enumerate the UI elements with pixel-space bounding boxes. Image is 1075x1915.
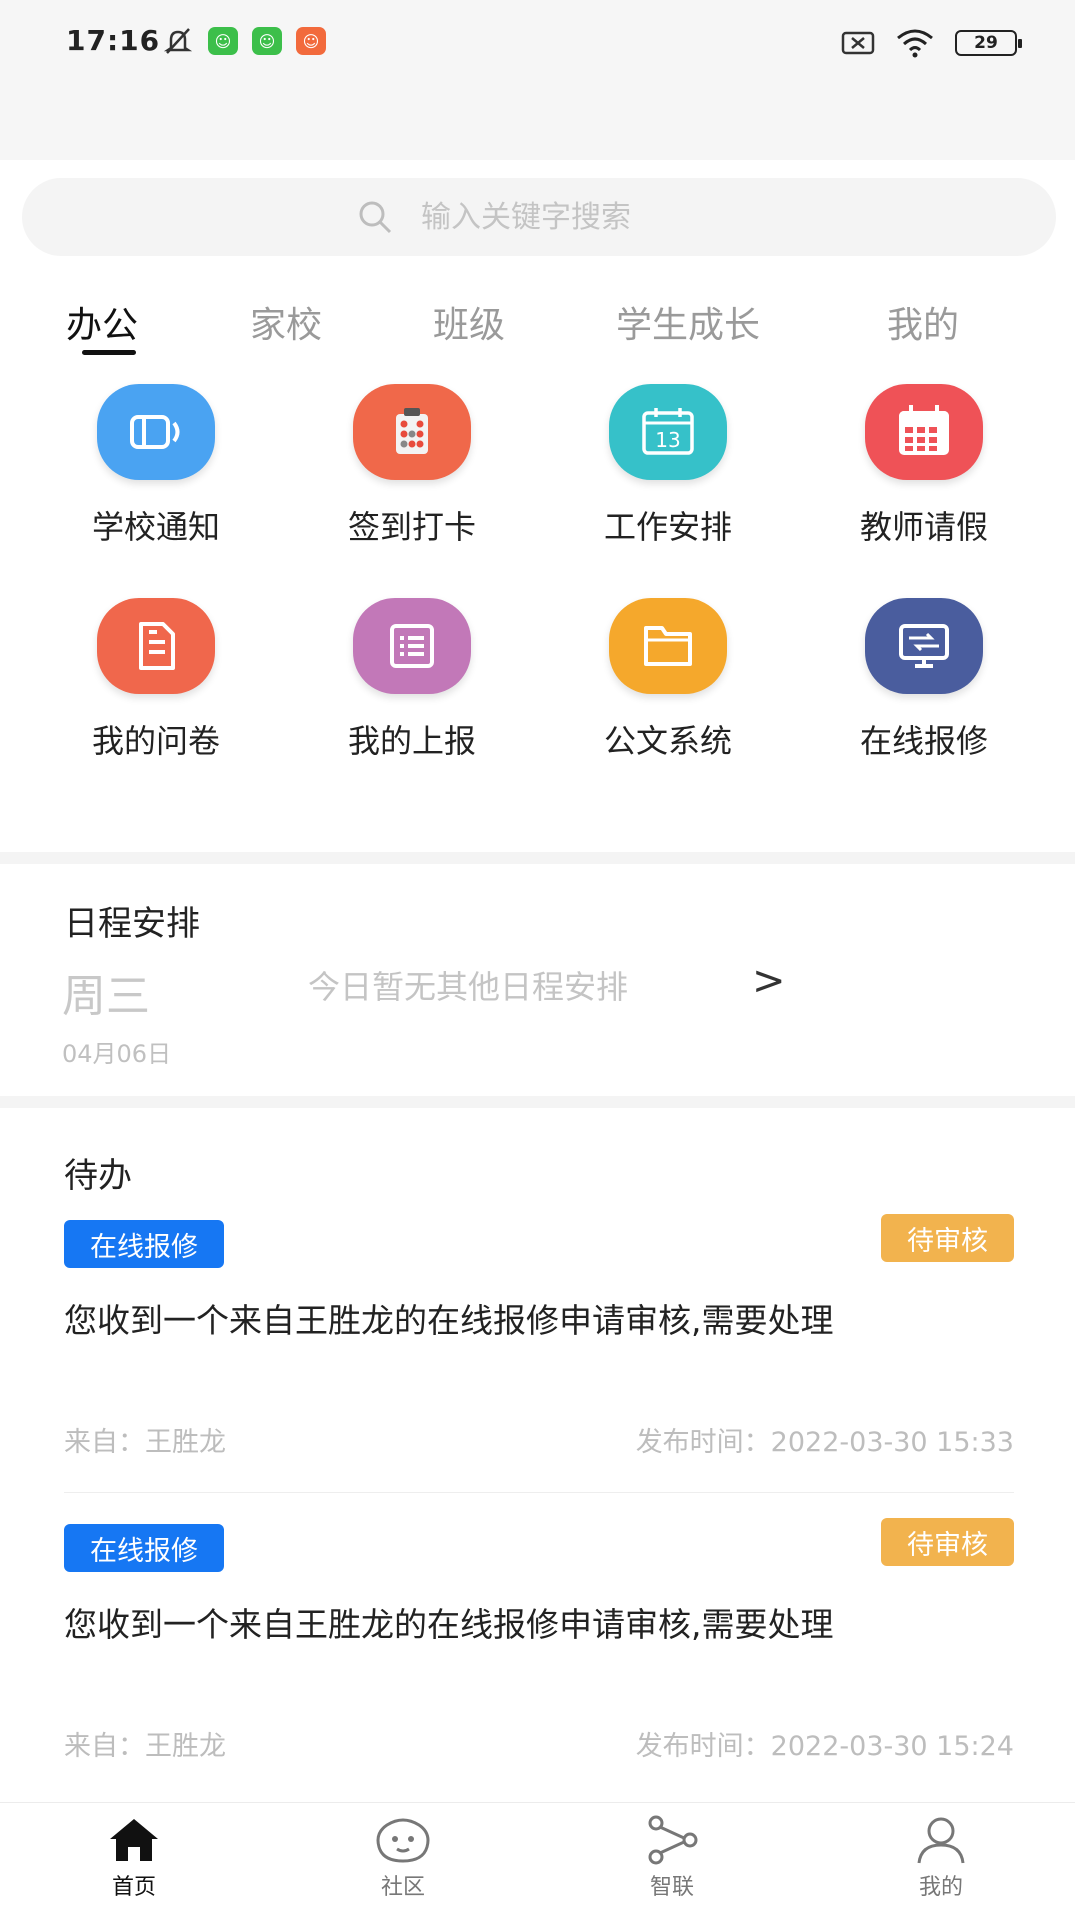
calendar-grid-icon	[865, 384, 983, 480]
todo-message: 您收到一个来自王胜龙的在线报修申请审核,需要处理	[64, 1301, 834, 1340]
app-label: 我的上报	[347, 722, 476, 760]
todo-publish-time: 发布时间：2022-03-30 15:33	[635, 1427, 1014, 1458]
user-icon	[917, 1817, 965, 1864]
app-document-system[interactable]: 公文系统	[568, 598, 768, 762]
todo-publish-time: 发布时间：2022-03-30 15:24	[635, 1731, 1014, 1762]
todo-title: 待办	[64, 1156, 132, 1196]
app-label: 签到打卡	[347, 508, 476, 546]
calendar-13-icon: 13	[609, 384, 727, 480]
app-label: 教师请假	[859, 508, 988, 546]
app-notification-icon: ☺	[296, 27, 326, 55]
speaker-icon	[97, 384, 215, 480]
status-right-icons: 29	[841, 28, 1022, 58]
todo-sender: 来自：王胜龙	[64, 1731, 226, 1762]
checkin-icon	[353, 384, 471, 480]
svg-text:13: 13	[655, 428, 680, 452]
app-school-notice[interactable]: 学校通知	[56, 384, 256, 548]
tab-home-school[interactable]: 家校	[250, 296, 322, 348]
nav-label: 我的	[918, 1875, 963, 1900]
app-notification-icon: ☺	[252, 27, 282, 55]
connect-icon	[648, 1815, 698, 1865]
nav-label: 首页	[111, 1875, 156, 1900]
community-icon	[376, 1818, 430, 1863]
app-online-repair[interactable]: 在线报修	[824, 598, 1024, 762]
status-notification-icons: ☺ ☺ ☺	[162, 26, 326, 56]
app-label: 在线报修	[859, 722, 988, 760]
tab-office[interactable]: 办公	[66, 296, 138, 348]
app-checkin[interactable]: 签到打卡	[312, 384, 512, 548]
home-icon	[110, 1819, 158, 1861]
app-label: 我的问卷	[91, 722, 220, 760]
nav-label: 智联	[649, 1875, 694, 1900]
schedule-weekday: 周三	[62, 971, 150, 1022]
bottom-navigation: 首页 社区 智联 我的	[0, 1802, 1075, 1915]
document-icon	[97, 598, 215, 694]
no-sim-icon	[841, 31, 875, 55]
todo-status-badge: 待审核	[881, 1214, 1014, 1262]
folder-icon	[609, 598, 727, 694]
app-label: 公文系统	[603, 722, 732, 760]
app-teacher-leave[interactable]: 教师请假	[824, 384, 1024, 548]
app-work-schedule[interactable]: 13 工作安排	[568, 384, 768, 548]
todo-separator	[64, 1492, 1014, 1493]
wifi-icon	[897, 29, 933, 58]
mute-bell-icon	[163, 28, 193, 54]
search-bar[interactable]	[22, 178, 1056, 256]
app-label: 工作安排	[603, 508, 732, 546]
app-notification-icon: ☺	[208, 27, 238, 55]
status-bar: 17:16 ☺ ☺ ☺ 29	[0, 0, 1075, 160]
todo-item[interactable]: 在线报修 待审核 您收到一个来自王胜龙的在线报修申请审核,需要处理 来自：王胜龙…	[64, 1518, 1014, 1764]
nav-home[interactable]: 首页	[64, 1811, 204, 1901]
nav-label: 社区	[380, 1875, 425, 1900]
schedule-arrow-icon[interactable]: >	[752, 958, 786, 1004]
todo-item[interactable]: 在线报修 待审核 您收到一个来自王胜龙的在线报修申请审核,需要处理 来自：王胜龙…	[64, 1214, 1014, 1460]
active-tab-indicator	[82, 350, 136, 355]
screen-icon	[865, 598, 983, 694]
tab-student-growth[interactable]: 学生成长	[616, 296, 760, 348]
schedule-title: 日程安排	[64, 904, 200, 944]
tab-mine[interactable]: 我的	[887, 296, 959, 348]
nav-connect[interactable]: 智联	[602, 1811, 742, 1901]
app-my-questionnaire[interactable]: 我的问卷	[56, 598, 256, 762]
todo-message: 您收到一个来自王胜龙的在线报修申请审核,需要处理	[64, 1605, 834, 1644]
search-input[interactable]	[421, 199, 721, 235]
todo-type-badge: 在线报修	[64, 1220, 224, 1268]
search-icon	[359, 201, 392, 234]
nav-mine[interactable]: 我的	[871, 1811, 1011, 1901]
todo-sender: 来自：王胜龙	[64, 1427, 226, 1458]
category-tabs: 办公 家校 班级 学生成长 我的	[0, 296, 1075, 366]
nav-community[interactable]: 社区	[333, 1811, 473, 1901]
battery-indicator: 29	[955, 30, 1022, 56]
list-icon	[353, 598, 471, 694]
app-label: 学校通知	[91, 508, 220, 546]
section-divider	[0, 852, 1075, 864]
section-divider	[0, 1096, 1075, 1108]
status-time: 17:16	[66, 24, 161, 57]
schedule-message[interactable]: 今日暂无其他日程安排	[308, 962, 628, 1008]
tab-class[interactable]: 班级	[433, 296, 505, 348]
schedule-date: 04月06日	[62, 1040, 172, 1068]
todo-status-badge: 待审核	[881, 1518, 1014, 1566]
todo-type-badge: 在线报修	[64, 1524, 224, 1572]
app-my-report[interactable]: 我的上报	[312, 598, 512, 762]
